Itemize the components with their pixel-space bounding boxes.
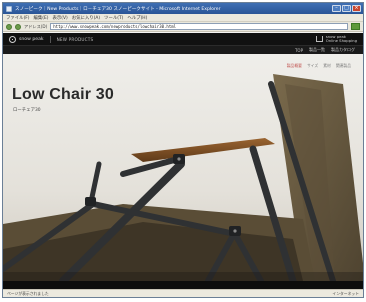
online-store-link[interactable]: snow peak Online Shopping: [315, 35, 357, 43]
menu-file[interactable]: ファイル(F): [6, 15, 30, 21]
back-icon[interactable]: [6, 23, 12, 30]
online-store-line-2: Online Shopping: [325, 38, 357, 43]
section-material[interactable]: 素材: [323, 63, 331, 69]
subnav-catalog[interactable]: 製品カタログ: [331, 47, 355, 53]
product-sections: 製品概要 サイズ 素材 関連製品: [287, 63, 351, 69]
logo-mark: [9, 35, 16, 43]
menu-favorites[interactable]: お気に入り(A): [72, 15, 100, 21]
menu-bar: ファイル(F) 編集(E) 表示(V) お気に入り(A) ツール(T) ヘルプ(…: [3, 14, 363, 22]
window-title: スノーピーク｜New Products｜ロ－チェア30 スノーピークサイト - …: [15, 6, 221, 12]
menu-edit[interactable]: 編集(E): [34, 15, 49, 21]
screenshot-frame: スノーピーク｜New Products｜ロ－チェア30 スノーピークサイト - …: [0, 0, 366, 302]
status-text: ページが表示されました: [7, 290, 49, 296]
close-button[interactable]: ×: [352, 5, 361, 12]
header-divider: [49, 35, 51, 43]
product-hero: 製品概要 サイズ 素材 関連製品 Low Chair 30 ローチェア30: [3, 54, 363, 281]
go-icon[interactable]: [351, 23, 360, 30]
maximize-button[interactable]: □: [342, 5, 351, 12]
subnav-products[interactable]: 製品一覧: [309, 47, 325, 53]
section-size[interactable]: サイズ: [307, 63, 318, 69]
section-related[interactable]: 関連製品: [336, 63, 351, 69]
menu-tools[interactable]: ツール(T): [104, 15, 123, 21]
window-controls: – □ ×: [332, 5, 361, 12]
address-label: アドレス(D): [24, 23, 48, 29]
section-label: NEW PRODUCTS: [56, 36, 94, 42]
status-zone: インターネット: [332, 290, 359, 296]
site-header: snow peak NEW PRODUCTS snow peak Online …: [3, 33, 363, 46]
section-overview[interactable]: 製品概要: [287, 63, 302, 69]
logo-text: snow peak: [19, 36, 44, 42]
title-bar: スノーピーク｜New Products｜ロ－チェア30 スノーピークサイト - …: [3, 3, 363, 14]
menu-view[interactable]: 表示(V): [53, 15, 68, 21]
address-input[interactable]: http://www.snowpeak.com/newproducts/lowc…: [50, 23, 348, 30]
page-title: Low Chair 30: [12, 86, 114, 103]
subnav-top[interactable]: TOP: [295, 48, 303, 53]
browser-window: スノーピーク｜New Products｜ロ－チェア30 スノーピークサイト - …: [2, 2, 364, 298]
sub-navigation: TOP 製品一覧 製品カタログ: [3, 46, 363, 54]
app-icon: [6, 5, 12, 12]
web-page: snow peak NEW PRODUCTS snow peak Online …: [3, 33, 363, 291]
address-bar: アドレス(D) http://www.snowpeak.com/newprodu…: [3, 22, 363, 32]
online-store-text: snow peak Online Shopping: [326, 35, 357, 43]
forward-icon[interactable]: [15, 23, 21, 30]
site-logo[interactable]: snow peak: [9, 35, 44, 43]
page-subtitle: ローチェア30: [13, 108, 41, 113]
menu-help[interactable]: ヘルプ(H): [127, 15, 147, 21]
cart-icon: [315, 36, 323, 42]
minimize-button[interactable]: –: [332, 5, 341, 12]
status-bar: ページが表示されました インターネット: [3, 289, 363, 297]
